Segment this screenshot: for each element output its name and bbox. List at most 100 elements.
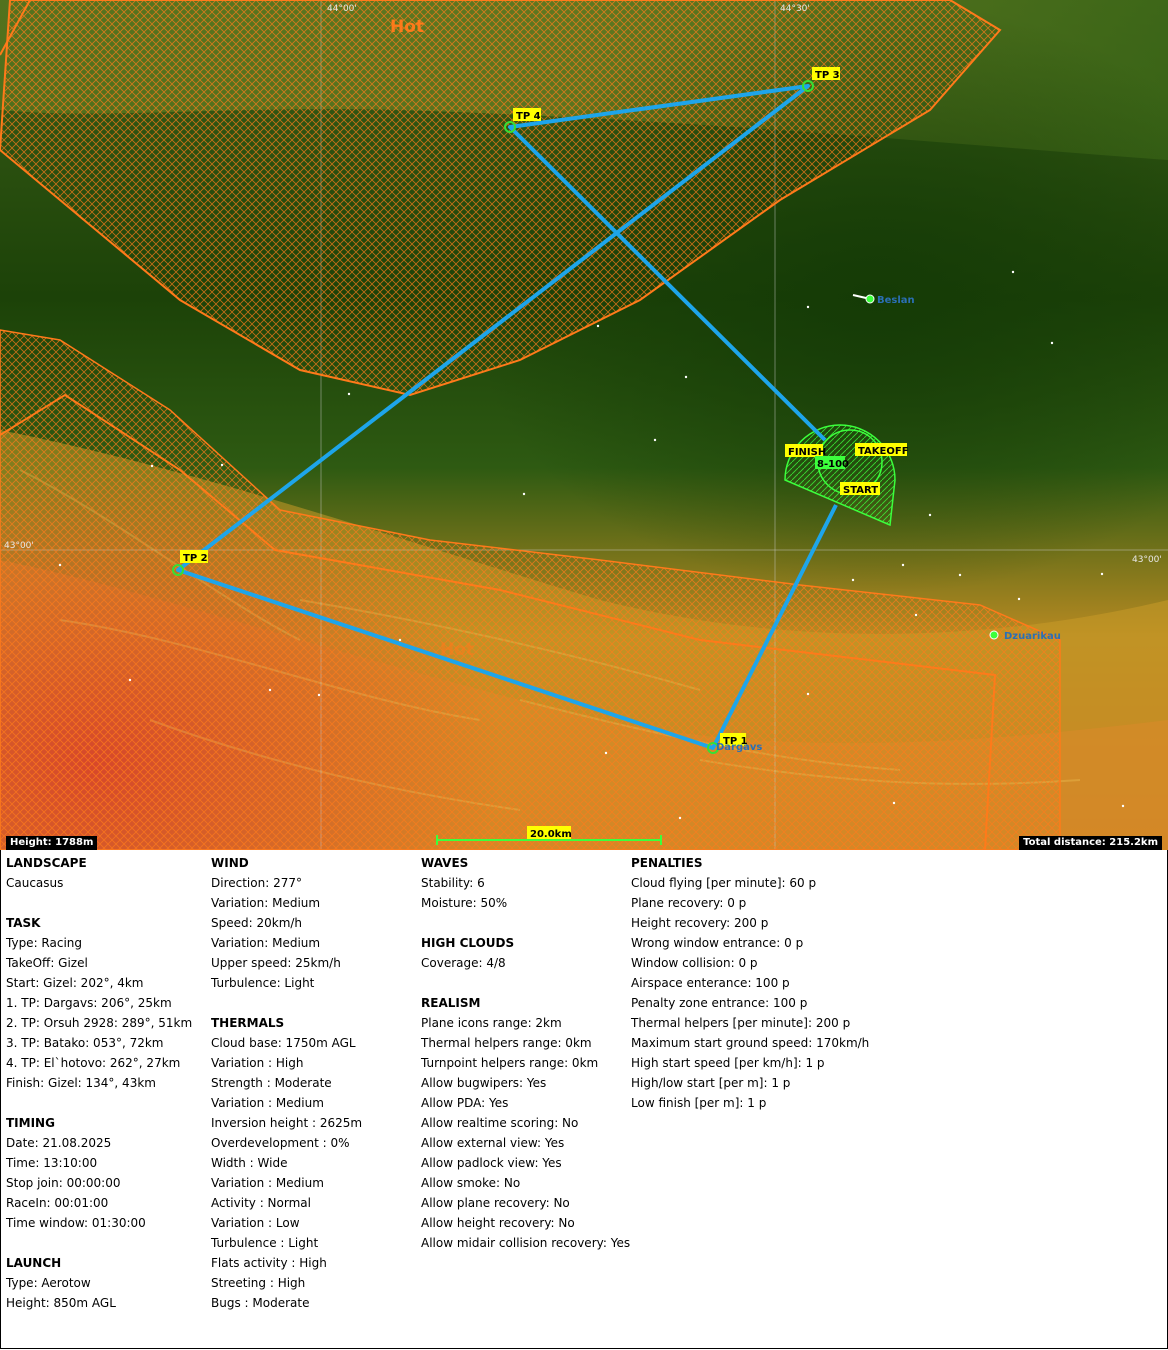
thermals-line: Strength : Moderate [211, 1076, 332, 1090]
penalties-line: Airspace enterance: 100 p [631, 976, 790, 990]
thermals-line: Variation : Medium [211, 1176, 324, 1190]
realism-line: Thermal helpers range: 0km [421, 1036, 592, 1050]
realism-line: Turnpoint helpers range: 0km [421, 1056, 599, 1070]
timing-line: Time: 13:10:00 [6, 1156, 98, 1170]
info-column-3: WAVES Stability: 6 Moisture: 50% HIGH CL… [421, 856, 630, 1256]
penalties-line: Maximum start ground speed: 170km/h [631, 1036, 870, 1050]
penalties-line: Low finish [per m]: 1 p [631, 1096, 767, 1110]
penalties-line: High/low start [per m]: 1 p [631, 1076, 791, 1090]
hot-zone-north-label: Hot [390, 17, 424, 37]
timing-line: Time window: 01:30:00 [6, 1216, 146, 1230]
thermals-line: Width : Wide [211, 1156, 288, 1170]
task-line: 1. TP: Dargavs: 206°, 25km [6, 996, 172, 1010]
start-label: START [840, 482, 880, 496]
task-line: TakeOff: Gizel [6, 956, 88, 970]
latitude-label-left: 43°00' [4, 541, 34, 551]
penalties-line: Window collision: 0 p [631, 956, 758, 970]
timing-line: Stop join: 00:00:00 [6, 1176, 121, 1190]
thermals-line: Turbulence : Light [211, 1236, 319, 1250]
svg-text:Dzuarikau: Dzuarikau [1004, 631, 1061, 642]
penalties-line: High start speed [per km/h]: 1 p [631, 1056, 825, 1070]
realism-line: Allow height recovery: No [421, 1216, 575, 1230]
thermals-line: Bugs : Moderate [211, 1296, 310, 1310]
thermals-line: Variation : Medium [211, 1096, 324, 1110]
svg-text:TP 2: TP 2 [183, 553, 208, 564]
height-readout: Height: 1788m [6, 836, 98, 850]
thermals-line: Streeting : High [211, 1276, 306, 1290]
thermals-line: Flats activity : High [211, 1256, 327, 1270]
realism-line: Allow external view: Yes [421, 1136, 565, 1150]
info-column-2: WIND Direction: 277° Variation: Medium S… [211, 856, 362, 1316]
thermals-heading: THERMALS [211, 1016, 285, 1030]
wind-line: Speed: 20km/h [211, 916, 303, 930]
thermals-line: Variation : Low [211, 1216, 300, 1230]
task-info-panel: LANDSCAPE Caucasus TASK Type: Racing Tak… [0, 850, 1168, 1349]
penalties-line: Cloud flying [per minute]: 60 p [631, 876, 817, 890]
thermals-line: Overdevelopment : 0% [211, 1136, 350, 1150]
thermals-line: Variation : High [211, 1056, 304, 1070]
penalties-line: Thermal helpers [per minute]: 200 p [631, 1016, 851, 1030]
task-line: Type: Racing [6, 936, 83, 950]
penalties-heading: PENALTIES [631, 856, 703, 870]
total-distance-readout: Total distance: 215.2km [1019, 836, 1162, 850]
latitude-label-right: 43°00' [1132, 555, 1162, 565]
waves-line: Moisture: 50% [421, 896, 508, 910]
svg-text:START: START [843, 485, 878, 496]
task-line: 2. TP: Orsuh 2928: 289°, 51km [6, 1016, 193, 1030]
svg-text:Dargavs: Dargavs [716, 742, 762, 753]
task-line: Finish: Gizel: 134°, 43km [6, 1076, 156, 1090]
realism-line: Allow midair collision recovery: Yes [421, 1236, 631, 1250]
landscape-line: Caucasus [6, 876, 64, 890]
svg-text:20.0km: 20.0km [530, 829, 572, 840]
realism-line: Allow bugwipers: Yes [421, 1076, 547, 1090]
info-column-4: PENALTIES Cloud flying [per minute]: 60 … [631, 856, 869, 1116]
wind-line: Variation: Medium [211, 936, 321, 950]
realism-heading: REALISM [421, 996, 481, 1010]
realism-line: Allow padlock view: Yes [421, 1156, 562, 1170]
svg-text:Beslan: Beslan [877, 295, 915, 306]
info-column-1: LANDSCAPE Caucasus TASK Type: Racing Tak… [6, 856, 192, 1316]
longitude-label-44-00: 44°00' [327, 4, 357, 14]
launch-line: Height: 850m AGL [6, 1296, 116, 1310]
timing-line: RaceIn: 00:01:00 [6, 1196, 109, 1210]
realism-line: Allow plane recovery: No [421, 1196, 570, 1210]
launch-heading: LAUNCH [6, 1256, 62, 1270]
launch-line: Type: Aerotow [6, 1276, 91, 1290]
task-map[interactable]: TP 1 TP 2 TP 3 TP 4 FINISH TAKEOFF START… [0, 0, 1168, 850]
takeoff-label: TAKEOFF [855, 443, 909, 457]
thermals-line: Activity : Normal [211, 1196, 311, 1210]
penalties-line: Height recovery: 200 p [631, 916, 769, 930]
wind-line: Direction: 277° [211, 876, 302, 890]
thermals-line: Cloud base: 1750m AGL [211, 1036, 356, 1050]
timing-heading: TIMING [6, 1116, 55, 1130]
waves-heading: WAVES [421, 856, 469, 870]
landscape-heading: LANDSCAPE [6, 856, 87, 870]
svg-text:TAKEOFF: TAKEOFF [858, 446, 909, 457]
penalties-line: Penalty zone entrance: 100 p [631, 996, 808, 1010]
realism-line: Allow PDA: Yes [421, 1096, 509, 1110]
longitude-label-44-30: 44°30' [780, 4, 810, 14]
realism-line: Plane icons range: 2km [421, 1016, 562, 1030]
wind-line: Variation: Medium [211, 896, 321, 910]
thermals-line: Inversion height : 2625m [211, 1116, 363, 1130]
finish-label: FINISH [785, 444, 826, 458]
realism-line: Allow realtime scoring: No [421, 1116, 579, 1130]
penalties-line: Plane recovery: 0 p [631, 896, 747, 910]
wind-line: Upper speed: 25km/h [211, 956, 341, 970]
task-line: Start: Gizel: 202°, 4km [6, 976, 144, 990]
svg-text:8-100: 8-100 [817, 459, 849, 470]
task-line: 3. TP: Batako: 053°, 72km [6, 1036, 164, 1050]
task-line: 4. TP: El`hotovo: 262°, 27km [6, 1056, 181, 1070]
map-canvas[interactable]: TP 1 TP 2 TP 3 TP 4 FINISH TAKEOFF START… [0, 0, 1168, 850]
wind-heading: WIND [211, 856, 249, 870]
svg-text:TP 4: TP 4 [516, 111, 541, 122]
city-dargavs[interactable]: Dargavs [716, 742, 762, 753]
penalties-line: Wrong window entrance: 0 p [631, 936, 804, 950]
sector-label: 8-100 [815, 456, 849, 470]
realism-line: Allow smoke: No [421, 1176, 521, 1190]
task-heading: TASK [6, 916, 41, 930]
svg-text:TP 3: TP 3 [815, 70, 840, 81]
timing-line: Date: 21.08.2025 [6, 1136, 112, 1150]
high-clouds-line: Coverage: 4/8 [421, 956, 506, 970]
hot-zone-south-label: Hot [440, 640, 474, 660]
